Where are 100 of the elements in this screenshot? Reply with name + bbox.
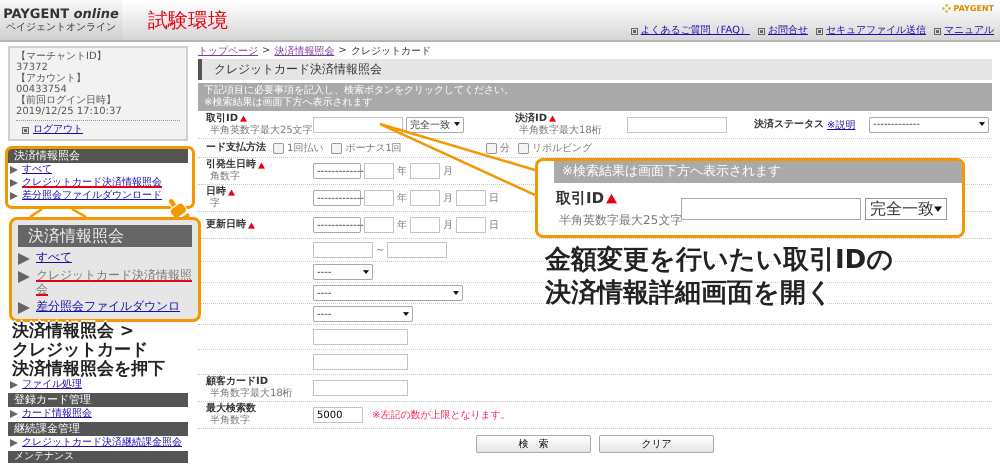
text-field[interactable] bbox=[364, 163, 394, 179]
triangle-icon bbox=[18, 253, 30, 265]
section-header: 決済情報照会 bbox=[8, 149, 188, 163]
unit-label: 月 bbox=[443, 165, 453, 178]
text-field[interactable] bbox=[313, 354, 408, 370]
instruction-caption: 金額変更を行いたい取引IDの bbox=[545, 244, 894, 277]
bullet-icon bbox=[22, 126, 29, 134]
section-header: メンテナンス bbox=[8, 451, 188, 463]
text-field[interactable] bbox=[410, 190, 440, 206]
text-field[interactable] bbox=[313, 380, 408, 396]
dropdown[interactable]: ---- bbox=[313, 264, 373, 280]
section-header: 決済情報照会 bbox=[18, 225, 192, 247]
text-field[interactable]: 5000 bbox=[313, 407, 363, 423]
checkbox[interactable] bbox=[518, 142, 529, 154]
unit-label: 月 bbox=[443, 192, 453, 205]
text-field[interactable] bbox=[627, 116, 727, 132]
text-field[interactable] bbox=[456, 217, 486, 233]
menu-link[interactable]: クレジットカード決済継続課金照会 bbox=[22, 437, 182, 449]
field-hint: 半角数字最大18桁 bbox=[518, 124, 603, 136]
dropdown[interactable]: ------------- bbox=[869, 116, 989, 132]
text-field[interactable] bbox=[313, 116, 403, 132]
dropdown[interactable]: 完全一致 bbox=[865, 198, 947, 220]
text-field[interactable] bbox=[410, 163, 440, 179]
checkbox-label: ボーナス1回 bbox=[345, 142, 402, 155]
caret-icon bbox=[979, 122, 985, 127]
instruction-caption: 決済情報詳細画面を開く bbox=[545, 277, 833, 310]
text-field[interactable] bbox=[364, 190, 394, 206]
logo-subtitle: ペイジェントオンライン bbox=[6, 22, 116, 33]
caret-icon bbox=[403, 312, 409, 316]
logout-link[interactable]: ログアウト bbox=[33, 124, 83, 136]
dots-icon bbox=[942, 4, 952, 13]
dropdown[interactable]: ---- bbox=[313, 285, 463, 301]
dropdown[interactable]: ------------- bbox=[313, 217, 361, 233]
unit-label: 年 bbox=[397, 192, 407, 205]
section-header: 登録カード管理 bbox=[8, 393, 188, 407]
text-field[interactable] bbox=[387, 242, 448, 258]
header-link[interactable]: セキュアファイル送信 bbox=[826, 25, 926, 37]
instruction-caption: 決済情報照会を押下 bbox=[12, 360, 165, 379]
account-info: 2019/12/25 17:10:37 bbox=[16, 106, 123, 117]
field-hint: 半角数字最大18桁 bbox=[209, 388, 294, 400]
triangle-icon bbox=[10, 381, 18, 389]
field-label: 取引ID bbox=[556, 189, 604, 208]
header-link[interactable]: マニュアル bbox=[944, 25, 994, 37]
dropdown[interactable]: 完全一致 bbox=[406, 116, 464, 132]
help-link[interactable]: ※説明 bbox=[827, 118, 856, 132]
form-button[interactable]: 検 索 bbox=[476, 435, 591, 453]
header-link[interactable]: よくあるご質問（FAQ） bbox=[640, 25, 750, 37]
field-hint: 角数字 bbox=[209, 171, 241, 183]
unit-label: 年 bbox=[397, 219, 407, 232]
dropdown[interactable]: ------------- bbox=[313, 163, 361, 179]
notice-text: 下記項目に必要事項を記入し、検索ボタンをクリックしてください。 bbox=[204, 85, 515, 96]
instruction-caption: 決済情報照会 > bbox=[12, 322, 134, 341]
field-hint: 半角英数字最大25文字 bbox=[209, 124, 313, 136]
range-separator: ~ bbox=[376, 244, 384, 256]
notice-text: ※検索結果は画面下方へ表示されます bbox=[204, 97, 374, 109]
unit-label: 月 bbox=[443, 219, 453, 232]
menu-link[interactable]: 差分照会ファイルダウンロード bbox=[22, 190, 162, 202]
header-link[interactable]: お問合せ bbox=[768, 25, 808, 37]
dropdown[interactable]: ------------- bbox=[313, 190, 361, 206]
field-label: 決済ID bbox=[515, 112, 548, 124]
field-label: 取引ID bbox=[206, 112, 238, 124]
unit-label: 日 bbox=[489, 219, 499, 232]
bullet-icon bbox=[934, 28, 941, 34]
text-field[interactable] bbox=[456, 190, 486, 206]
bullet-icon bbox=[758, 28, 765, 34]
text-field[interactable] bbox=[364, 217, 394, 233]
field-label: ード支払方法 bbox=[206, 142, 266, 154]
account-info: 00433754 bbox=[16, 84, 68, 95]
field-hint: 半角英数字最大25文字 bbox=[558, 212, 681, 229]
checkbox[interactable] bbox=[331, 142, 342, 154]
field-label: 更新日時 bbox=[206, 219, 246, 231]
breadcrumb-separator: > bbox=[262, 45, 270, 56]
breadcrumb-link[interactable]: 決済情報照会 bbox=[274, 44, 334, 58]
checkbox-label: リボルビング bbox=[532, 142, 592, 155]
breadcrumb-current: クレジットカード bbox=[350, 44, 431, 58]
limit-note: ※左記の数が上限となります。 bbox=[372, 408, 510, 422]
triangle-icon bbox=[10, 439, 18, 447]
text-field[interactable] bbox=[313, 329, 408, 345]
field-label: 最大検索数 bbox=[206, 403, 256, 414]
account-info: 【マーチャントID】 bbox=[16, 51, 108, 62]
form-button[interactable]: クリア bbox=[599, 435, 714, 453]
breadcrumb-separator: > bbox=[338, 45, 347, 56]
brand-logo: PAYGENT bbox=[953, 4, 994, 13]
checkbox[interactable] bbox=[273, 142, 284, 154]
field-label: 日時 bbox=[206, 186, 226, 198]
field-label: 顧客カードID bbox=[206, 376, 268, 388]
text-field[interactable] bbox=[410, 217, 440, 233]
menu-link[interactable]: ファイル処理 bbox=[22, 379, 82, 391]
unit-label: 年 bbox=[397, 165, 407, 178]
checkbox-label: 分 bbox=[500, 142, 510, 155]
field-label: 引発生日時 bbox=[206, 159, 256, 170]
text-field[interactable] bbox=[313, 242, 373, 258]
menu-link[interactable]: クレジットカード決済情報照会 bbox=[22, 177, 162, 189]
dropdown[interactable]: ---- bbox=[313, 306, 413, 322]
breadcrumb-link[interactable]: トップページ bbox=[198, 44, 258, 58]
menu-link[interactable]: クレジットカード決済情報照会 bbox=[36, 268, 192, 296]
text-field[interactable] bbox=[681, 198, 861, 220]
notice-text: ※検索結果は画面下方へ表示されます bbox=[554, 161, 962, 183]
menu-link[interactable]: カード情報照会 bbox=[22, 408, 92, 420]
checkbox[interactable] bbox=[486, 142, 497, 154]
